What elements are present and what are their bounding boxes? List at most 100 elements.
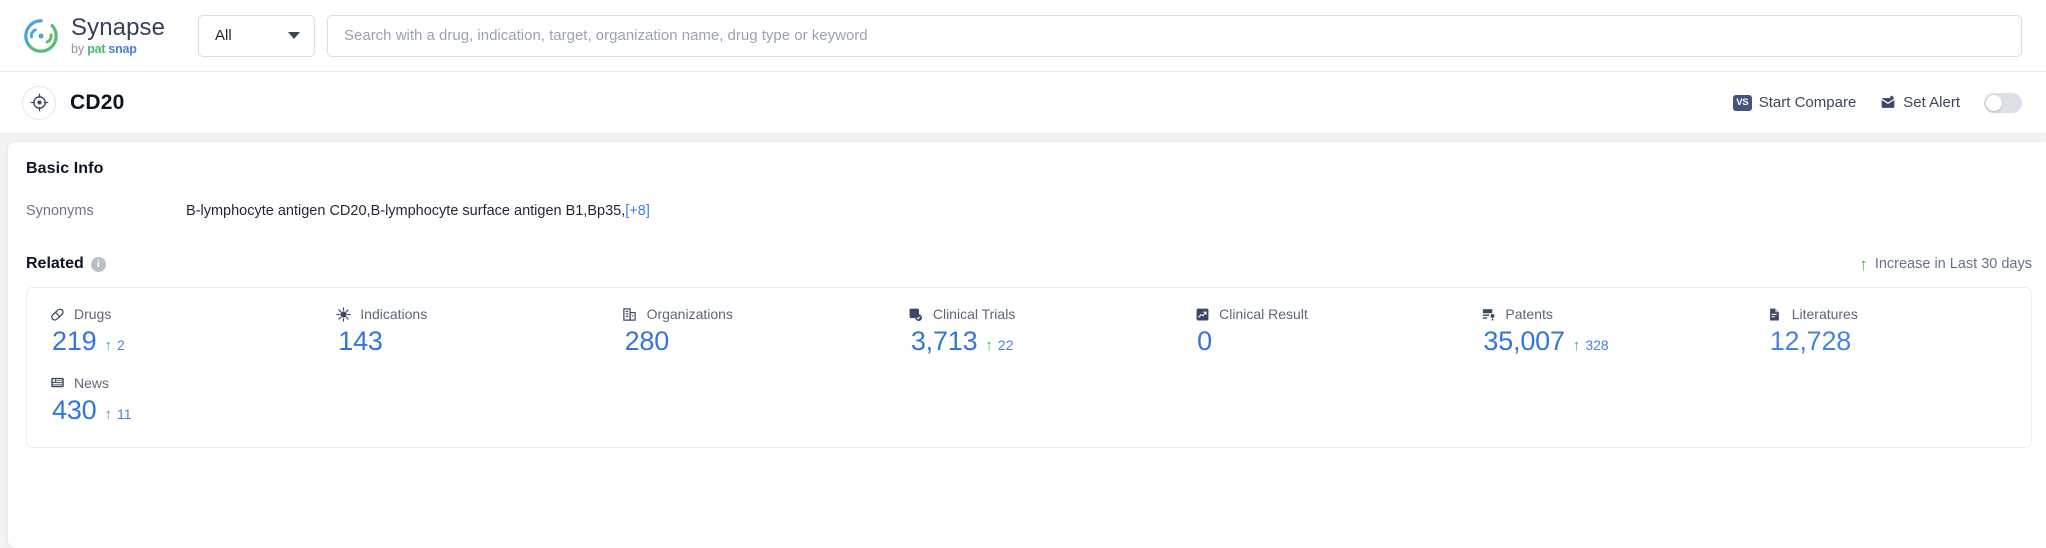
metric-label: Indications	[360, 306, 428, 322]
metric-body: 430 ↑ 11	[49, 394, 313, 426]
set-alert-button[interactable]: Set Alert	[1880, 94, 1960, 111]
increase-legend: ↑ Increase in Last 30 days	[1859, 256, 2032, 273]
metric-delta: ↑ 328	[1573, 337, 1609, 353]
metric-value: 35,007	[1483, 326, 1565, 356]
info-icon[interactable]: i	[90, 256, 106, 272]
metric-head: Indications	[335, 306, 599, 322]
arrow-up-icon: ↑	[1859, 254, 1868, 274]
newspaper-icon	[49, 375, 65, 391]
clinical-trial-icon	[908, 306, 924, 322]
entity-identity: CD20	[22, 85, 125, 120]
pill-icon	[49, 306, 65, 322]
metric-drugs[interactable]: Drugs 219 ↑ 2	[27, 306, 313, 357]
virus-icon	[335, 306, 351, 322]
metric-clinical-result[interactable]: Clinical Result 0	[1172, 306, 1458, 357]
search-scope-select[interactable]: All	[198, 14, 315, 57]
increase-legend-label: Increase in Last 30 days	[1874, 256, 2032, 272]
related-title: Related	[26, 255, 84, 272]
metric-body: 12,728	[1767, 326, 2031, 357]
patent-icon	[1480, 306, 1496, 322]
metric-indications[interactable]: Indications 143	[313, 306, 599, 357]
start-compare-label: Start Compare	[1758, 94, 1857, 111]
arrow-up-icon: ↑	[104, 337, 112, 354]
metric-label: Clinical Trials	[932, 306, 1016, 322]
synonyms-value: B-lymphocyte antigen CD20,B-lymphocyte s…	[186, 203, 626, 219]
metric-value: 430	[52, 394, 97, 425]
metric-clinical-trials[interactable]: Clinical Trials 3,713 ↑ 22	[886, 306, 1172, 357]
metric-body: 35,007 ↑ 328	[1480, 326, 1744, 357]
chevron-down-icon	[288, 32, 300, 39]
metric-value: 143	[338, 326, 383, 356]
metric-body: 219 ↑ 2	[49, 326, 313, 357]
brand-logo[interactable]: Synapse by pat snap	[22, 13, 198, 56]
brand-by: by	[71, 41, 85, 56]
metric-delta-value: 2	[116, 337, 125, 353]
synapse-logo-icon	[22, 17, 60, 55]
metric-delta: ↑ 22	[985, 337, 1013, 353]
metric-news[interactable]: News 430 ↑ 11	[27, 375, 313, 426]
brand-name: Synapse	[71, 13, 166, 41]
metric-head: Drugs	[49, 306, 313, 322]
metric-body: 0	[1194, 326, 1458, 357]
metric-body: 143	[335, 326, 599, 357]
set-alert-label: Set Alert	[1903, 94, 1960, 111]
building-icon	[622, 306, 638, 322]
brand-pat: pat	[87, 41, 106, 56]
metric-delta: ↑ 2	[104, 337, 124, 353]
related-metrics-grid: Drugs 219 ↑ 2 Indications 143 Organizati…	[27, 306, 2031, 425]
metric-body: 3,713 ↑ 22	[908, 326, 1172, 357]
metric-label: Patents	[1505, 306, 1553, 322]
page-body: Basic Info Synonyms B-lymphocyte antigen…	[0, 134, 2046, 548]
metric-label: Literatures	[1791, 306, 1858, 322]
metric-head: News	[49, 375, 313, 391]
page-title: CD20	[70, 90, 125, 114]
metric-patents[interactable]: Patents 35,007 ↑ 328	[1458, 306, 1744, 357]
related-metrics-card: Drugs 219 ↑ 2 Indications 143 Organizati…	[26, 287, 2032, 449]
metric-value: 280	[624, 326, 670, 356]
metric-body: 280	[622, 326, 886, 357]
metric-value: 3,713	[910, 326, 978, 356]
metric-head: Organizations	[622, 306, 886, 322]
content-card: Basic Info Synonyms B-lymphocyte antigen…	[8, 142, 2046, 548]
metric-delta-value: 22	[997, 337, 1014, 353]
document-icon	[1767, 306, 1783, 322]
related-header: Related i ↑ Increase in Last 30 days	[26, 255, 2046, 273]
search-input[interactable]	[327, 14, 2022, 57]
brand-snap: snap	[108, 41, 137, 56]
basic-info-title: Basic Info	[26, 160, 104, 177]
arrow-up-icon: ↑	[104, 405, 112, 423]
entity-header-actions: VS Start Compare Set Alert	[1732, 92, 2022, 113]
top-search-bar: Synapse by pat snap All	[0, 0, 2046, 72]
synonyms-row: Synonyms B-lymphocyte antigen CD20,B-lym…	[26, 203, 2046, 219]
metric-head: Clinical Trials	[908, 306, 1172, 322]
synonyms-more-link[interactable]: [+8]	[625, 203, 650, 219]
metric-label: Clinical Result	[1219, 306, 1308, 322]
arrow-up-icon: ↑	[1572, 337, 1581, 354]
search-scope-value: All	[215, 27, 232, 44]
set-alert-toggle[interactable]	[1984, 92, 2022, 113]
metric-delta-value: 11	[116, 405, 132, 422]
alert-envelope-icon	[1880, 95, 1896, 111]
metric-delta: ↑ 11	[104, 406, 131, 422]
metric-label: News	[74, 374, 110, 391]
metric-delta-value: 328	[1585, 337, 1609, 353]
metric-value: 12,728	[1769, 326, 1852, 356]
metric-head: Clinical Result	[1194, 306, 1458, 322]
synonyms-value-wrapper: B-lymphocyte antigen CD20,B-lymphocyte s…	[186, 203, 650, 219]
search-field-wrapper	[327, 14, 2022, 57]
metric-literatures[interactable]: Literatures 12,728	[1745, 306, 2031, 357]
clinical-result-icon	[1194, 306, 1210, 322]
metric-head: Literatures	[1767, 306, 2031, 322]
vs-badge-icon: VS	[1732, 94, 1752, 111]
brand-tagline: by pat snap	[71, 43, 165, 56]
metric-value: 219	[52, 326, 97, 356]
metric-label: Organizations	[646, 306, 733, 322]
metric-value: 0	[1197, 326, 1212, 356]
synonyms-label: Synonyms	[26, 203, 94, 219]
metric-head: Patents	[1480, 306, 1744, 322]
metric-organizations[interactable]: Organizations 280	[600, 306, 886, 357]
arrow-up-icon: ↑	[985, 337, 993, 354]
entity-header: CD20 VS Start Compare Set Alert	[0, 72, 2046, 134]
metric-label: Drugs	[74, 306, 112, 322]
start-compare-button[interactable]: VS Start Compare	[1732, 94, 1857, 111]
